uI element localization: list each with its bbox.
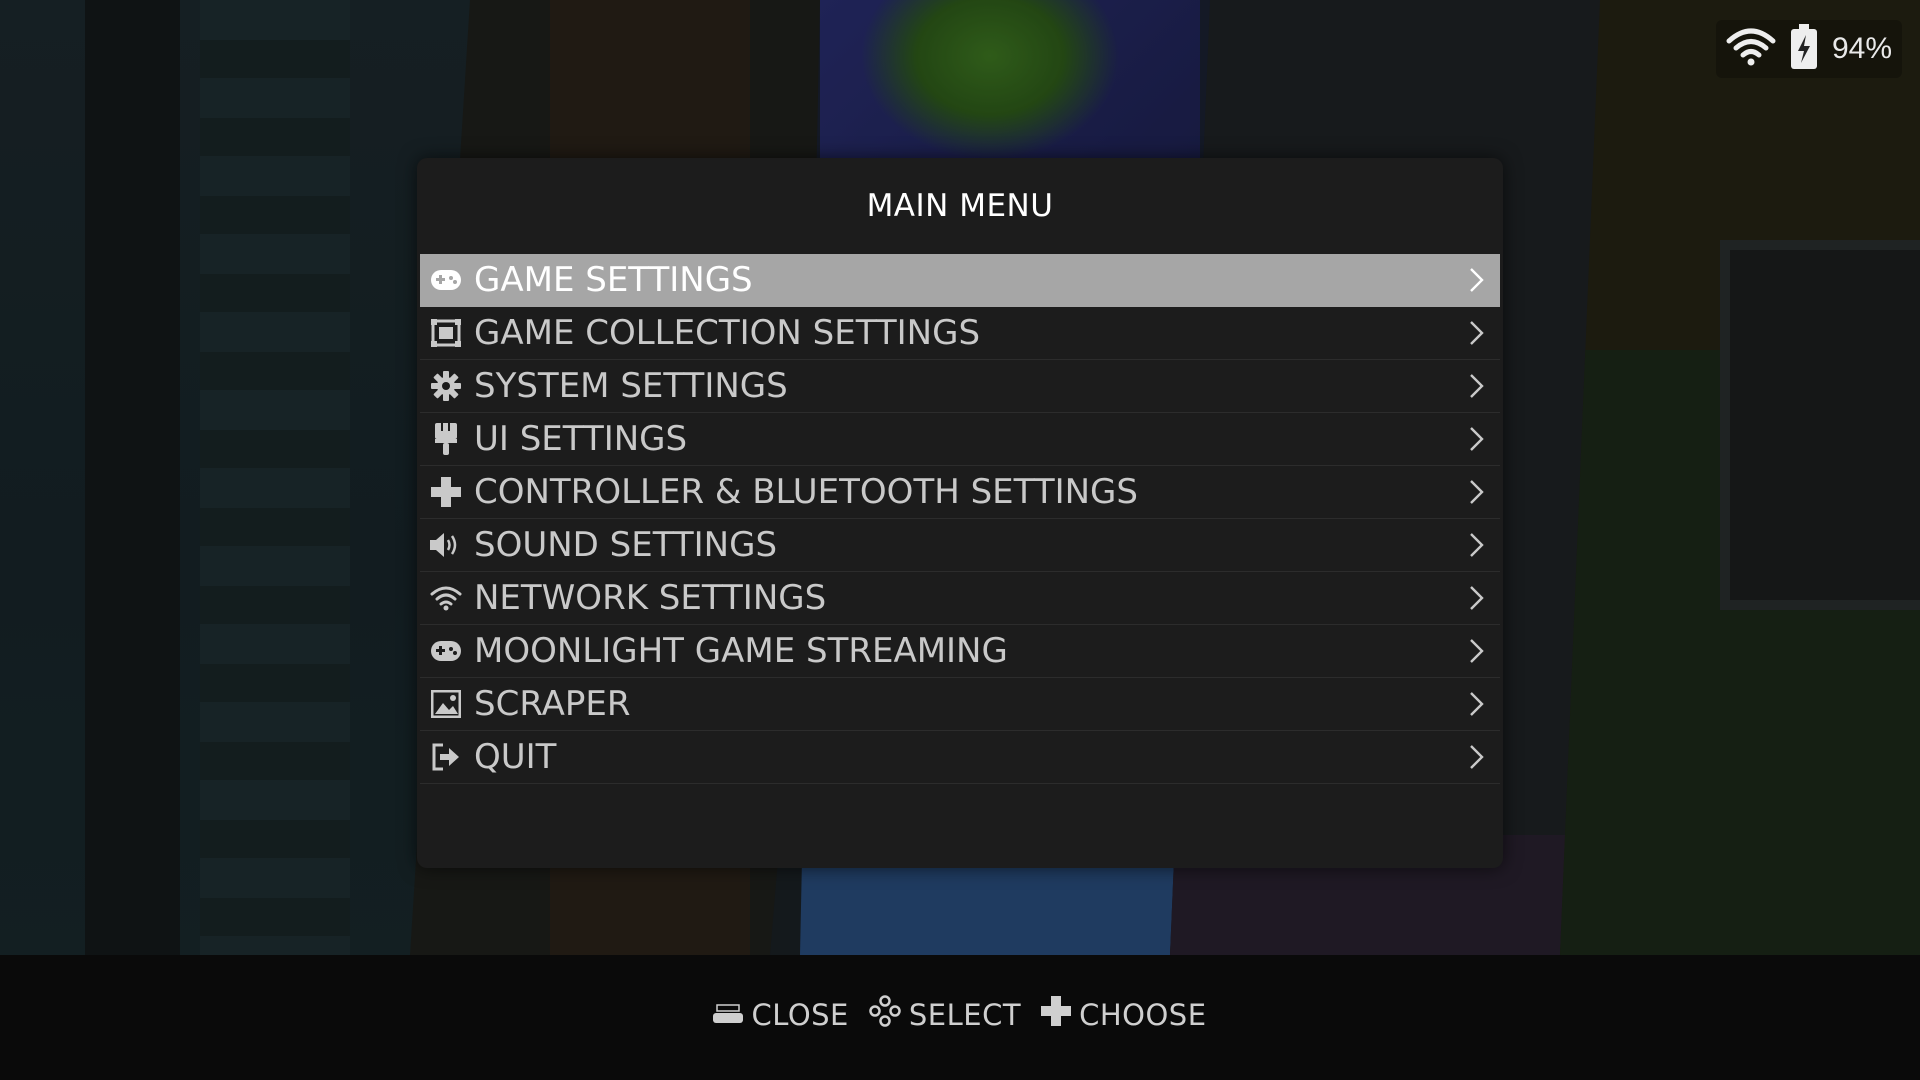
main-menu: MAIN MENU GAME SETTINGS GAME COLLECTION … xyxy=(417,158,1503,868)
dpad-icon xyxy=(1041,996,1072,1033)
gamepad-icon xyxy=(430,264,462,296)
menu-item-label: CONTROLLER & BLUETOOTH SETTINGS xyxy=(474,472,1138,512)
hint-label: CHOOSE xyxy=(1079,997,1207,1032)
status-bar: 94% xyxy=(1715,20,1902,78)
chevron-right-icon xyxy=(1470,427,1484,451)
menu-item-label: MOONLIGHT GAME STREAMING xyxy=(474,631,1008,671)
chevron-right-icon xyxy=(1470,533,1484,557)
wifi-icon xyxy=(430,582,462,614)
speaker-icon xyxy=(430,529,462,561)
menu-title: MAIN MENU xyxy=(866,188,1054,224)
dpad-icon xyxy=(430,476,462,508)
menu-item-network-settings[interactable]: NETWORK SETTINGS xyxy=(420,572,1500,625)
chevron-right-icon xyxy=(1470,745,1484,769)
menu-item-game-collection-settings[interactable]: GAME COLLECTION SETTINGS xyxy=(420,307,1500,360)
battery-percentage: 94% xyxy=(1831,32,1892,65)
brush-icon xyxy=(430,423,462,455)
menu-item-sound-settings[interactable]: SOUND SETTINGS xyxy=(420,519,1500,572)
chevron-right-icon xyxy=(1470,374,1484,398)
hint-choose: CHOOSE xyxy=(1041,996,1206,1033)
help-bar: CLOSE SELECT CHOOSE xyxy=(0,955,1920,1080)
exit-icon xyxy=(430,741,462,773)
menu-item-label: SYSTEM SETTINGS xyxy=(474,366,788,406)
chevron-right-icon xyxy=(1470,268,1484,292)
menu-item-label: UI SETTINGS xyxy=(474,419,688,459)
hint-close: CLOSE xyxy=(713,998,848,1032)
chevron-right-icon xyxy=(1470,480,1484,504)
image-icon xyxy=(430,688,462,720)
wifi-icon xyxy=(1726,27,1776,71)
start-button-icon xyxy=(713,998,744,1032)
gear-icon xyxy=(430,370,462,402)
menu-item-label: SOUND SETTINGS xyxy=(474,525,778,565)
chevron-right-icon xyxy=(1470,586,1484,610)
collection-icon xyxy=(430,317,462,349)
menu-item-moonlight-game-streaming[interactable]: MOONLIGHT GAME STREAMING xyxy=(420,625,1500,678)
hint-label: SELECT xyxy=(908,997,1022,1032)
menu-item-label: GAME SETTINGS xyxy=(474,260,753,300)
hint-label: CLOSE xyxy=(751,997,849,1032)
menu-item-scraper[interactable]: SCRAPER xyxy=(420,678,1500,731)
menu-list: GAME SETTINGS GAME COLLECTION SETTINGS S… xyxy=(420,254,1500,784)
chevron-right-icon xyxy=(1470,321,1484,345)
menu-item-quit[interactable]: QUIT xyxy=(420,731,1500,784)
face-buttons-icon xyxy=(869,995,901,1034)
chevron-right-icon xyxy=(1470,639,1484,663)
menu-item-label: GAME COLLECTION SETTINGS xyxy=(474,313,981,353)
menu-item-label: SCRAPER xyxy=(474,684,631,724)
button-hints: CLOSE SELECT CHOOSE xyxy=(0,995,1920,1034)
battery-charging-icon xyxy=(1790,24,1818,74)
menu-item-label: QUIT xyxy=(474,737,557,777)
menu-item-controller-bluetooth-settings[interactable]: CONTROLLER & BLUETOOTH SETTINGS xyxy=(420,466,1500,519)
menu-item-game-settings[interactable]: GAME SETTINGS xyxy=(420,254,1500,307)
menu-item-system-settings[interactable]: SYSTEM SETTINGS xyxy=(420,360,1500,413)
menu-item-ui-settings[interactable]: UI SETTINGS xyxy=(420,413,1500,466)
gamepad-icon xyxy=(430,635,462,667)
chevron-right-icon xyxy=(1470,692,1484,716)
hint-select: SELECT xyxy=(869,995,1021,1034)
menu-item-label: NETWORK SETTINGS xyxy=(474,578,827,618)
